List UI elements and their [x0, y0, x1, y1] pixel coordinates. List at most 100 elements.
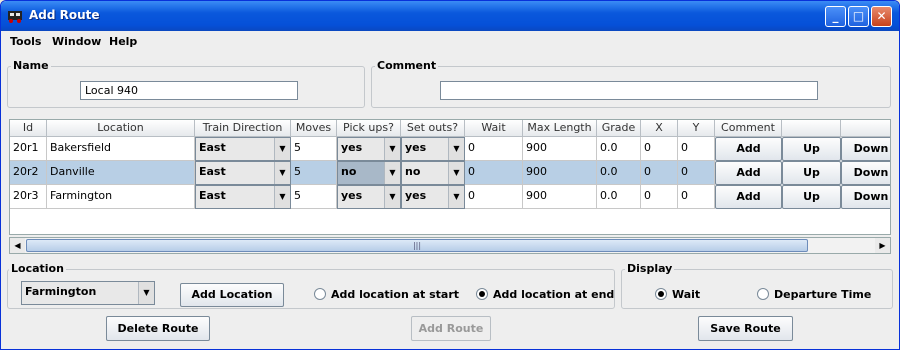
maximize-icon: □: [852, 9, 865, 23]
table-row[interactable]: 20r2 Danville East ▼ 5 no ▼ no ▼ 0 900 0.0 …: [10, 161, 890, 185]
down-button[interactable]: Down: [841, 161, 890, 185]
window-title: Add Route: [29, 8, 100, 22]
cell-wait[interactable]: 0: [465, 185, 523, 209]
col-header-location[interactable]: Location: [47, 120, 195, 137]
cell-grade[interactable]: 0.0: [597, 137, 641, 161]
col-header-id[interactable]: Id: [10, 120, 47, 137]
col-header-x[interactable]: X: [641, 120, 678, 137]
col-header-direction[interactable]: Train Direction: [195, 120, 291, 137]
pickups-select[interactable]: no ▼: [337, 161, 401, 185]
minimize-icon: _: [832, 9, 839, 23]
table-row[interactable]: 20r1 Bakersfield East ▼ 5 yes ▼ yes ▼ 0 900…: [10, 137, 890, 161]
add-at-start-label[interactable]: Add location at start: [331, 288, 459, 301]
title-bar[interactable]: Add Route _ □ ✕: [1, 1, 899, 31]
setouts-select[interactable]: no ▼: [401, 161, 465, 185]
add-button[interactable]: Add: [715, 185, 782, 209]
setouts-value: yes: [405, 141, 427, 154]
menu-window[interactable]: Window: [52, 35, 101, 48]
cell-grade[interactable]: 0.0: [597, 161, 641, 185]
chevron-down-icon: ▼: [274, 162, 290, 184]
chevron-down-icon: ▼: [448, 138, 464, 160]
add-at-start-radio[interactable]: [314, 288, 326, 300]
col-header-setouts[interactable]: Set outs?: [401, 120, 465, 137]
cell-location[interactable]: Danville: [47, 161, 195, 185]
departure-time-radio[interactable]: [757, 288, 769, 300]
col-header-pickups[interactable]: Pick ups?: [337, 120, 401, 137]
col-header-maxlength[interactable]: Max Length: [523, 120, 597, 137]
direction-select[interactable]: East ▼: [195, 185, 291, 209]
save-route-button[interactable]: Save Route: [698, 316, 793, 341]
cell-y[interactable]: 0: [678, 185, 715, 209]
scroll-right-icon[interactable]: ▶: [875, 238, 890, 253]
direction-select[interactable]: East ▼: [195, 161, 291, 185]
location-value: Farmington: [25, 285, 97, 298]
cell-wait[interactable]: 0: [465, 137, 523, 161]
up-button[interactable]: Up: [782, 161, 841, 185]
wait-radio[interactable]: [655, 288, 667, 300]
setouts-select[interactable]: yes ▼: [401, 185, 465, 209]
departure-time-label[interactable]: Departure Time: [774, 288, 871, 301]
cell-id[interactable]: 20r2: [10, 161, 47, 185]
comment-input[interactable]: [440, 81, 818, 100]
col-header-moves[interactable]: Moves: [291, 120, 337, 137]
cell-maxlength[interactable]: 900: [523, 185, 597, 209]
cell-moves[interactable]: 5: [291, 161, 337, 185]
cell-moves[interactable]: 5: [291, 185, 337, 209]
cell-x[interactable]: 0: [641, 137, 678, 161]
col-header-blank-1[interactable]: [782, 120, 841, 137]
cell-moves[interactable]: 5: [291, 137, 337, 161]
maximize-button[interactable]: □: [848, 6, 869, 27]
wait-label[interactable]: Wait: [672, 288, 700, 301]
location-select[interactable]: Farmington ▼: [21, 281, 155, 305]
add-route-button[interactable]: Add Route: [411, 316, 491, 341]
cell-y[interactable]: 0: [678, 161, 715, 185]
add-button[interactable]: Add: [715, 137, 782, 161]
cell-location[interactable]: Farmington: [47, 185, 195, 209]
scroll-left-icon[interactable]: ◀: [10, 238, 25, 253]
chevron-down-icon: ▼: [384, 186, 400, 208]
up-button[interactable]: Up: [782, 185, 841, 209]
pickups-select[interactable]: yes ▼: [337, 137, 401, 161]
name-input[interactable]: [80, 81, 298, 100]
col-header-wait[interactable]: Wait: [465, 120, 523, 137]
cell-id[interactable]: 20r3: [10, 185, 47, 209]
chevron-down-icon: ▼: [274, 186, 290, 208]
scrollbar-thumb[interactable]: |||: [26, 239, 808, 252]
col-header-y[interactable]: Y: [678, 120, 715, 137]
cell-x[interactable]: 0: [641, 161, 678, 185]
setouts-value: no: [405, 165, 421, 178]
down-button[interactable]: Down: [841, 185, 890, 209]
table-row[interactable]: 20r3 Farmington East ▼ 5 yes ▼ yes ▼ 0 900 …: [10, 185, 890, 209]
cell-maxlength[interactable]: 900: [523, 137, 597, 161]
menu-tools[interactable]: Tools: [10, 35, 41, 48]
chevron-down-icon: ▼: [384, 162, 400, 184]
cell-id[interactable]: 20r1: [10, 137, 47, 161]
direction-value: East: [199, 165, 226, 178]
add-at-end-radio[interactable]: [476, 288, 488, 300]
add-button[interactable]: Add: [715, 161, 782, 185]
direction-select[interactable]: East ▼: [195, 137, 291, 161]
cell-wait[interactable]: 0: [465, 161, 523, 185]
cell-x[interactable]: 0: [641, 185, 678, 209]
col-header-comment[interactable]: Comment: [715, 120, 782, 137]
close-button[interactable]: ✕: [871, 6, 892, 27]
add-location-button[interactable]: Add Location: [180, 283, 284, 307]
chevron-down-icon: ▼: [448, 186, 464, 208]
pickups-select[interactable]: yes ▼: [337, 185, 401, 209]
add-at-end-label[interactable]: Add location at end: [493, 288, 614, 301]
cell-grade[interactable]: 0.0: [597, 185, 641, 209]
setouts-select[interactable]: yes ▼: [401, 137, 465, 161]
delete-route-button[interactable]: Delete Route: [106, 316, 210, 341]
menu-bar: Tools Window Help: [1, 31, 899, 52]
cell-maxlength[interactable]: 900: [523, 161, 597, 185]
cell-location[interactable]: Bakersfield: [47, 137, 195, 161]
down-button[interactable]: Down: [841, 137, 890, 161]
up-button[interactable]: Up: [782, 137, 841, 161]
menu-help[interactable]: Help: [109, 35, 137, 48]
col-header-blank-2[interactable]: [841, 120, 890, 137]
col-header-grade[interactable]: Grade: [597, 120, 641, 137]
minimize-button[interactable]: _: [825, 6, 846, 27]
horizontal-scrollbar[interactable]: ◀ ||| ▶: [9, 237, 891, 254]
cell-y[interactable]: 0: [678, 137, 715, 161]
chevron-down-icon: ▼: [274, 138, 290, 160]
